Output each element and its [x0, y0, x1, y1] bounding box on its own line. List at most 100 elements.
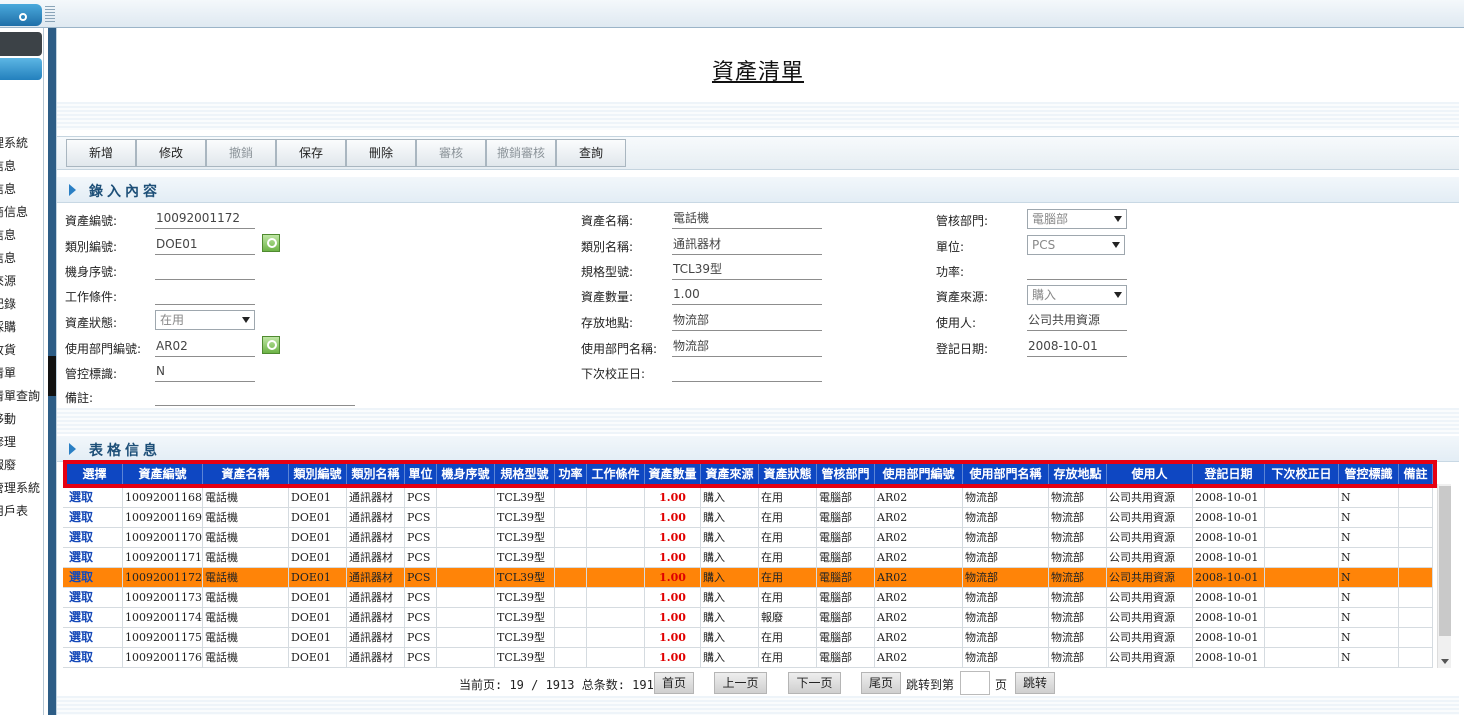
mgmt-dept-select[interactable]: 電腦部 — [1027, 209, 1127, 229]
nav-header-dark[interactable] — [0, 32, 42, 56]
asset-name-field[interactable]: 電話機 — [672, 209, 822, 229]
dept-lookup-icon[interactable] — [262, 336, 280, 354]
power-field[interactable] — [1027, 260, 1127, 280]
table-row[interactable]: 選取 10092001174 電話機 DOE01 通訊器材 PCS TCL39型 1.00 購入… — [63, 608, 1433, 628]
col-asset-no-header[interactable]: 資產編號 — [123, 464, 203, 484]
col-power-header[interactable]: 功率 — [555, 464, 587, 484]
jump-button[interactable]: 跳转 — [1015, 672, 1055, 694]
table-row[interactable]: 選取 10092001168 電話機 DOE01 通訊器材 PCS TCL39型 1.00 購入… — [63, 488, 1433, 508]
nav-item[interactable]: 移動 — [0, 408, 43, 431]
nav-item[interactable]: 來源 — [0, 270, 43, 293]
asset-qty-field[interactable]: 1.00 — [672, 285, 822, 305]
select-link[interactable]: 選取 — [67, 588, 123, 608]
table-row[interactable]: 選取 10092001171 電話機 DOE01 通訊器材 PCS TCL39型 1.00 購入… — [63, 548, 1433, 568]
serial-no-field[interactable] — [155, 260, 255, 280]
col-asset-name-header[interactable]: 資產名稱 — [203, 464, 289, 484]
col-dept-no-header[interactable]: 使用部門編號 — [875, 464, 963, 484]
unit-select[interactable]: PCS — [1027, 235, 1125, 255]
col-work-cond-header[interactable]: 工作條件 — [587, 464, 645, 484]
user-field[interactable]: 公司共用資源 — [1027, 311, 1127, 331]
collapse-handle[interactable] — [48, 356, 56, 396]
next-calib-field[interactable] — [672, 362, 822, 382]
asset-no-field[interactable]: 10092001172 — [155, 209, 255, 229]
col-location-header[interactable]: 存放地點 — [1049, 464, 1107, 484]
nav-item[interactable]: 理系統 — [0, 132, 43, 155]
nav-item[interactable]: 收貨 — [0, 339, 43, 362]
home-button[interactable] — [0, 4, 42, 26]
nav-item[interactable]: 採購 — [0, 316, 43, 339]
nav-item[interactable]: 信息 — [0, 247, 43, 270]
nav-item[interactable]: 商信息 — [0, 201, 43, 224]
col-user-header[interactable]: 使用人 — [1107, 464, 1193, 484]
col-dept-name-header[interactable]: 使用部門名稱 — [963, 464, 1049, 484]
category-lookup-icon[interactable] — [262, 234, 280, 252]
scrollbar-thumb[interactable] — [1439, 486, 1451, 636]
table-row[interactable]: 選取 10092001175 電話機 DOE01 通訊器材 PCS TCL39型 1.00 購入… — [63, 628, 1433, 648]
last-page-button[interactable]: 尾页 — [861, 672, 901, 694]
select-link[interactable]: 選取 — [67, 568, 123, 588]
dept-no-field[interactable]: AR02 — [155, 337, 255, 357]
select-link[interactable]: 選取 — [67, 608, 123, 628]
nav-item[interactable]: 管理系統 — [0, 477, 43, 500]
table-row[interactable]: 選取 10092001173 電話機 DOE01 通訊器材 PCS TCL39型 1.00 購入… — [63, 588, 1433, 608]
category-name-field[interactable]: 通訊器材 — [672, 235, 822, 255]
dept-name-field[interactable]: 物流部 — [672, 337, 822, 357]
table-row[interactable]: 選取 10092001170 電話機 DOE01 通訊器材 PCS TCL39型 1.00 購入… — [63, 528, 1433, 548]
nav-splitter[interactable] — [48, 28, 56, 715]
add-button[interactable]: 新增 — [66, 139, 136, 167]
col-category-name-header[interactable]: 類別名稱 — [347, 464, 405, 484]
category-no-field[interactable]: DOE01 — [155, 235, 255, 255]
col-mgmt-dept-header[interactable]: 管核部門 — [817, 464, 875, 484]
jump-page-input[interactable] — [960, 671, 990, 695]
first-page-button[interactable]: 首页 — [654, 672, 694, 694]
query-button[interactable]: 查詢 — [556, 139, 626, 167]
spec-model-field[interactable]: TCL39型 — [672, 260, 822, 280]
remark-field[interactable] — [155, 386, 355, 406]
grid-scrollbar[interactable] — [1437, 484, 1451, 668]
select-link[interactable]: 選取 — [67, 648, 123, 668]
select-link[interactable]: 選取 — [67, 528, 123, 548]
work-cond-field[interactable] — [155, 285, 255, 305]
save-button[interactable]: 保存 — [276, 139, 346, 167]
col-category-no-header[interactable]: 類別編號 — [289, 464, 347, 484]
nav-item[interactable]: 信息 — [0, 224, 43, 247]
nav-item[interactable]: 清單查詢 — [0, 385, 43, 408]
nav-item[interactable]: 修理 — [0, 431, 43, 454]
reg-date-field[interactable]: 2008-10-01 — [1027, 337, 1127, 357]
nav-item[interactable]: 用戶表 — [0, 500, 43, 523]
col-reg-date-header[interactable]: 登記日期 — [1193, 464, 1265, 484]
col-next-calib-header[interactable]: 下次校正日 — [1265, 464, 1339, 484]
table-row[interactable]: 選取 10092001172 電話機 DOE01 通訊器材 PCS TCL39型 1.00 購入… — [63, 568, 1433, 588]
col-select-header[interactable]: 選擇 — [67, 464, 123, 484]
col-remark-header[interactable]: 備註 — [1399, 464, 1433, 484]
undo-button[interactable]: 撤銷 — [206, 139, 276, 167]
col-source-header[interactable]: 資產來源 — [701, 464, 759, 484]
col-unit-header[interactable]: 單位 — [405, 464, 437, 484]
location-field[interactable]: 物流部 — [672, 311, 822, 331]
next-page-button[interactable]: 下一页 — [788, 672, 841, 694]
select-link[interactable]: 選取 — [67, 628, 123, 648]
select-link[interactable]: 選取 — [67, 548, 123, 568]
approve-button[interactable]: 審核 — [416, 139, 486, 167]
unapprove-button[interactable]: 撤銷審核 — [486, 139, 556, 167]
asset-status-select[interactable]: 在用 — [155, 310, 255, 330]
col-spec-header[interactable]: 規格型號 — [495, 464, 555, 484]
edit-button[interactable]: 修改 — [136, 139, 206, 167]
col-status-header[interactable]: 資產狀態 — [759, 464, 817, 484]
nav-header-blue[interactable] — [0, 58, 42, 80]
nav-item[interactable]: 清單 — [0, 362, 43, 385]
nav-item[interactable]: 報廢 — [0, 454, 43, 477]
scroll-down-icon[interactable] — [1441, 659, 1449, 664]
table-row[interactable]: 選取 10092001176 電話機 DOE01 通訊器材 PCS TCL39型 1.00 購入… — [63, 648, 1433, 668]
select-link[interactable]: 選取 — [67, 508, 123, 528]
nav-item[interactable]: 信息 — [0, 178, 43, 201]
table-row[interactable]: 選取 10092001169 電話機 DOE01 通訊器材 PCS TCL39型 1.00 購入… — [63, 508, 1433, 528]
nav-item[interactable]: 信息 — [0, 155, 43, 178]
col-ctrl-flag-header[interactable]: 管控標識 — [1339, 464, 1399, 484]
col-serial-no-header[interactable]: 機身序號 — [437, 464, 495, 484]
delete-button[interactable]: 刪除 — [346, 139, 416, 167]
asset-source-select[interactable]: 購入 — [1027, 285, 1127, 305]
nav-item[interactable]: 記錄 — [0, 293, 43, 316]
prev-page-button[interactable]: 上一页 — [714, 672, 767, 694]
ctrl-flag-field[interactable]: N — [155, 362, 255, 382]
